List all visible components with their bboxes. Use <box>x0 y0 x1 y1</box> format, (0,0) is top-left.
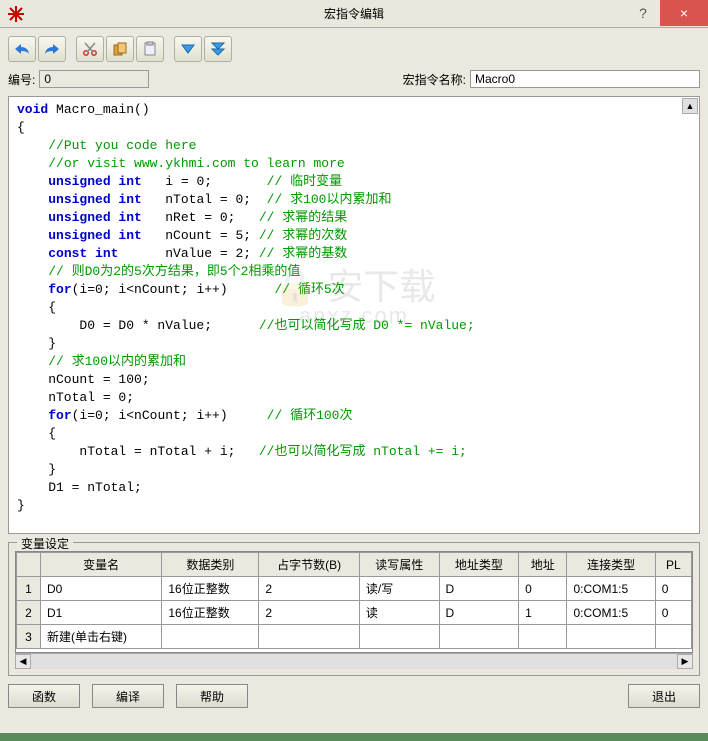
system-icon <box>8 6 24 22</box>
scroll-up-button[interactable]: ▲ <box>682 98 698 114</box>
footer-bar <box>0 733 708 741</box>
column-header[interactable] <box>17 553 41 577</box>
column-header[interactable]: 占字节数(B) <box>259 553 359 577</box>
column-header[interactable]: 地址 <box>519 553 567 577</box>
macro-name-input[interactable] <box>470 70 700 88</box>
function-button[interactable]: 函数 <box>8 684 80 708</box>
paste-button[interactable] <box>136 36 164 62</box>
cut-button[interactable] <box>76 36 104 62</box>
compile-button[interactable]: 编译 <box>92 684 164 708</box>
help-button[interactable]: ? <box>626 0 660 26</box>
expand-button[interactable] <box>174 36 202 62</box>
code-editor[interactable]: ▲ void Macro_main(){ //Put you code here… <box>8 96 700 534</box>
macro-name-label: 宏指令名称: <box>403 71 466 88</box>
id-label: 编号: <box>8 71 35 88</box>
button-row: 函数 编译 帮助 退出 <box>8 676 700 710</box>
title-bar: 宏指令编辑 ? × <box>0 0 708 28</box>
id-input <box>39 70 149 88</box>
variable-table[interactable]: 变量名数据类别占字节数(B)读写属性地址类型地址连接类型PL 1D016位正整数… <box>16 552 692 649</box>
column-header[interactable]: 地址类型 <box>439 553 519 577</box>
table-row[interactable]: 2D116位正整数2读D10:COM1:50 <box>17 601 692 625</box>
table-row[interactable]: 3新建(单击右键) <box>17 625 692 649</box>
variable-settings-label: 变量设定 <box>17 535 73 552</box>
scroll-right-button[interactable]: ▶ <box>677 654 693 669</box>
variable-settings: 变量设定 变量名数据类别占字节数(B)读写属性地址类型地址连接类型PL 1D01… <box>8 542 700 676</box>
column-header[interactable]: 连接类型 <box>567 553 655 577</box>
exit-button[interactable]: 退出 <box>628 684 700 708</box>
redo-button[interactable] <box>38 36 66 62</box>
id-row: 编号: 宏指令名称: <box>8 66 700 96</box>
help-button-bottom[interactable]: 帮助 <box>176 684 248 708</box>
copy-button[interactable] <box>106 36 134 62</box>
column-header[interactable]: 变量名 <box>41 553 162 577</box>
collapse-button[interactable] <box>204 36 232 62</box>
horizontal-scrollbar[interactable]: ◀ ▶ <box>15 653 693 669</box>
scroll-left-button[interactable]: ◀ <box>15 654 31 669</box>
column-header[interactable]: 数据类别 <box>162 553 259 577</box>
column-header[interactable]: 读写属性 <box>359 553 439 577</box>
toolbar <box>8 32 700 66</box>
table-row[interactable]: 1D016位正整数2读/写D00:COM1:50 <box>17 577 692 601</box>
close-button[interactable]: × <box>660 0 708 26</box>
window-title: 宏指令编辑 <box>324 5 384 22</box>
column-header[interactable]: PL <box>655 553 691 577</box>
undo-button[interactable] <box>8 36 36 62</box>
